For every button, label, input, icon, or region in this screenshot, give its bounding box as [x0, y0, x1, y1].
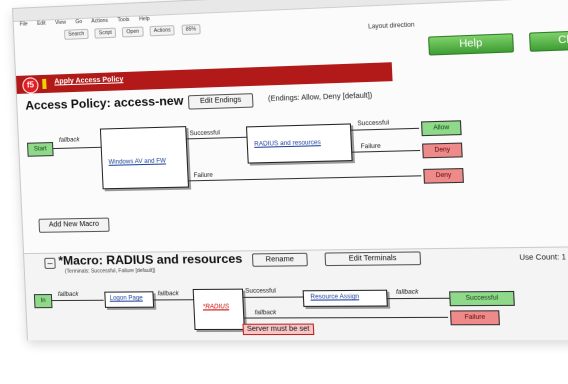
resource-assign-link[interactable]: Resource Assign [310, 294, 359, 301]
win-failure-connector [188, 175, 422, 182]
f5-logo: f5 [22, 77, 39, 94]
deny-ending-1[interactable]: Deny [422, 142, 463, 159]
radius-success-label: Successful [357, 120, 390, 128]
help-button[interactable]: Help [428, 33, 515, 56]
zoom-value[interactable]: 85% [181, 24, 201, 36]
application-window: _□× File Edit View Go Actions Tools Help… [12, 0, 568, 341]
search-button[interactable]: Search [64, 28, 89, 40]
radius-fallback-line [244, 316, 449, 319]
radius-box[interactable]: *RADIUS [192, 288, 245, 331]
menu-help[interactable]: Help [139, 16, 150, 23]
error-message: Server must be set [242, 323, 315, 336]
failure-terminal[interactable]: Failure [449, 310, 500, 326]
edit-terminals-button[interactable]: Edit Terminals [324, 251, 422, 267]
menu-tools[interactable]: Tools [117, 17, 129, 24]
rename-button[interactable]: Rename [251, 252, 308, 267]
macro-terminals-text: (Terminals: Successful, Failure [default… [64, 267, 156, 275]
menu-view[interactable]: View [55, 20, 66, 27]
logon-connector [153, 299, 194, 301]
screenshot-stage: _□× File Edit View Go Actions Tools Help… [0, 0, 568, 384]
menu-actions[interactable]: Actions [91, 18, 108, 25]
macro-success-label: Successful [245, 288, 277, 295]
logon-page-link[interactable]: Logon Page [110, 295, 143, 301]
page-title: Access Policy: access-new [25, 93, 184, 113]
successful-terminal[interactable]: Successful [449, 290, 515, 307]
allow-ending[interactable]: Allow [420, 120, 462, 137]
radius-failure-connector [352, 149, 421, 153]
radius-link[interactable]: *RADIUS [203, 304, 229, 310]
resource-assign-box[interactable]: Resource Assign [302, 289, 388, 307]
radius-success-link-line [243, 296, 303, 298]
win-success-connector [186, 136, 248, 140]
start-node[interactable]: Start [27, 142, 54, 157]
radius-failure-label: Failure [360, 143, 381, 151]
logon-page-box[interactable]: Logon Page [104, 291, 155, 308]
radius-resources-box[interactable]: RADIUS and resources [245, 123, 353, 164]
edit-endings-button[interactable]: Edit Endings [187, 93, 254, 110]
start-connector [52, 146, 101, 150]
endings-text: (Endings: Allow, Deny [default]) [267, 92, 373, 103]
deny-ending-2[interactable]: Deny [423, 168, 464, 184]
win-failure-label: Failure [193, 172, 213, 180]
script-button[interactable]: Script [94, 27, 117, 39]
macro-section: – *Macro: RADIUS and resources (Terminal… [24, 245, 568, 341]
start-fallback-label: fallback [58, 137, 80, 144]
apply-access-policy-link[interactable]: Apply Access Policy [54, 76, 123, 86]
menu-edit[interactable]: Edit [37, 21, 46, 27]
open-button[interactable]: Open [122, 26, 144, 38]
macro-title: *Macro: RADIUS and resources [58, 251, 243, 268]
apply-indicator-icon [42, 78, 47, 90]
actions-button[interactable]: Actions [149, 25, 176, 37]
windows-av-fw-link[interactable]: Windows AV and FW [108, 158, 166, 165]
menu-go[interactable]: Go [75, 19, 82, 25]
resource-fallback-label: fallback [395, 289, 419, 296]
in-fallback-label: fallback [57, 291, 79, 299]
radius-resources-link[interactable]: RADIUS and resources [254, 140, 321, 148]
radius-success-connector [351, 127, 420, 131]
windows-av-fw-box[interactable]: Windows AV and FW [99, 126, 190, 190]
radius-fallback-label: fallback [254, 310, 277, 317]
win-success-label: Successful [189, 130, 221, 138]
in-connector [51, 299, 104, 302]
close-button[interactable]: Close [528, 29, 568, 52]
menu-file[interactable]: File [20, 21, 28, 27]
collapse-macro-button[interactable]: – [44, 257, 56, 269]
logon-fallback-label: fallback [157, 291, 179, 298]
header-bar: f5 Apply Access Policy [16, 62, 393, 94]
add-new-macro-button[interactable]: Add New Macro [38, 217, 110, 233]
use-count-text: Use Count: 1 [519, 253, 567, 262]
macro-in-node[interactable]: In [33, 294, 53, 309]
resource-connector [387, 297, 450, 300]
